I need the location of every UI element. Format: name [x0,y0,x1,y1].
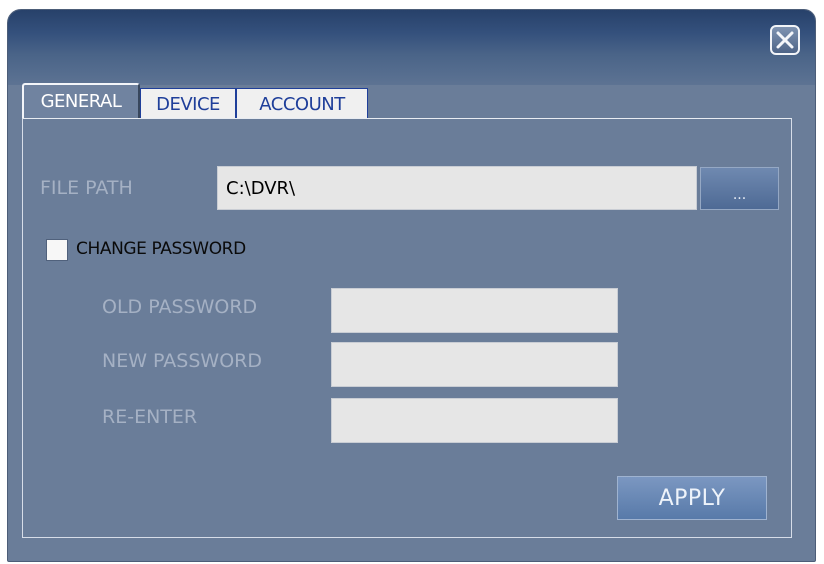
new-password-field[interactable] [331,342,618,387]
tab-general[interactable]: GENERAL [22,83,140,118]
apply-button[interactable]: APPLY [617,476,767,520]
close-button[interactable] [770,25,800,55]
browse-button[interactable]: ... [700,167,779,210]
file-path-label: FILE PATH [40,177,133,199]
new-password-label: NEW PASSWORD [102,350,262,372]
old-password-label: OLD PASSWORD [102,296,258,318]
reenter-password-label: RE-ENTER [102,406,198,428]
tab-account[interactable]: ACCOUNT [236,88,368,118]
file-path-field[interactable]: C:\DVR\ [217,166,697,210]
reenter-password-field[interactable] [331,398,618,443]
change-password-label[interactable]: CHANGE PASSWORD [76,239,246,259]
close-x-icon [776,31,794,49]
change-password-checkbox[interactable] [46,239,68,261]
title-bar[interactable] [8,10,815,85]
tab-device[interactable]: DEVICE [140,88,236,118]
old-password-field[interactable] [331,288,618,333]
